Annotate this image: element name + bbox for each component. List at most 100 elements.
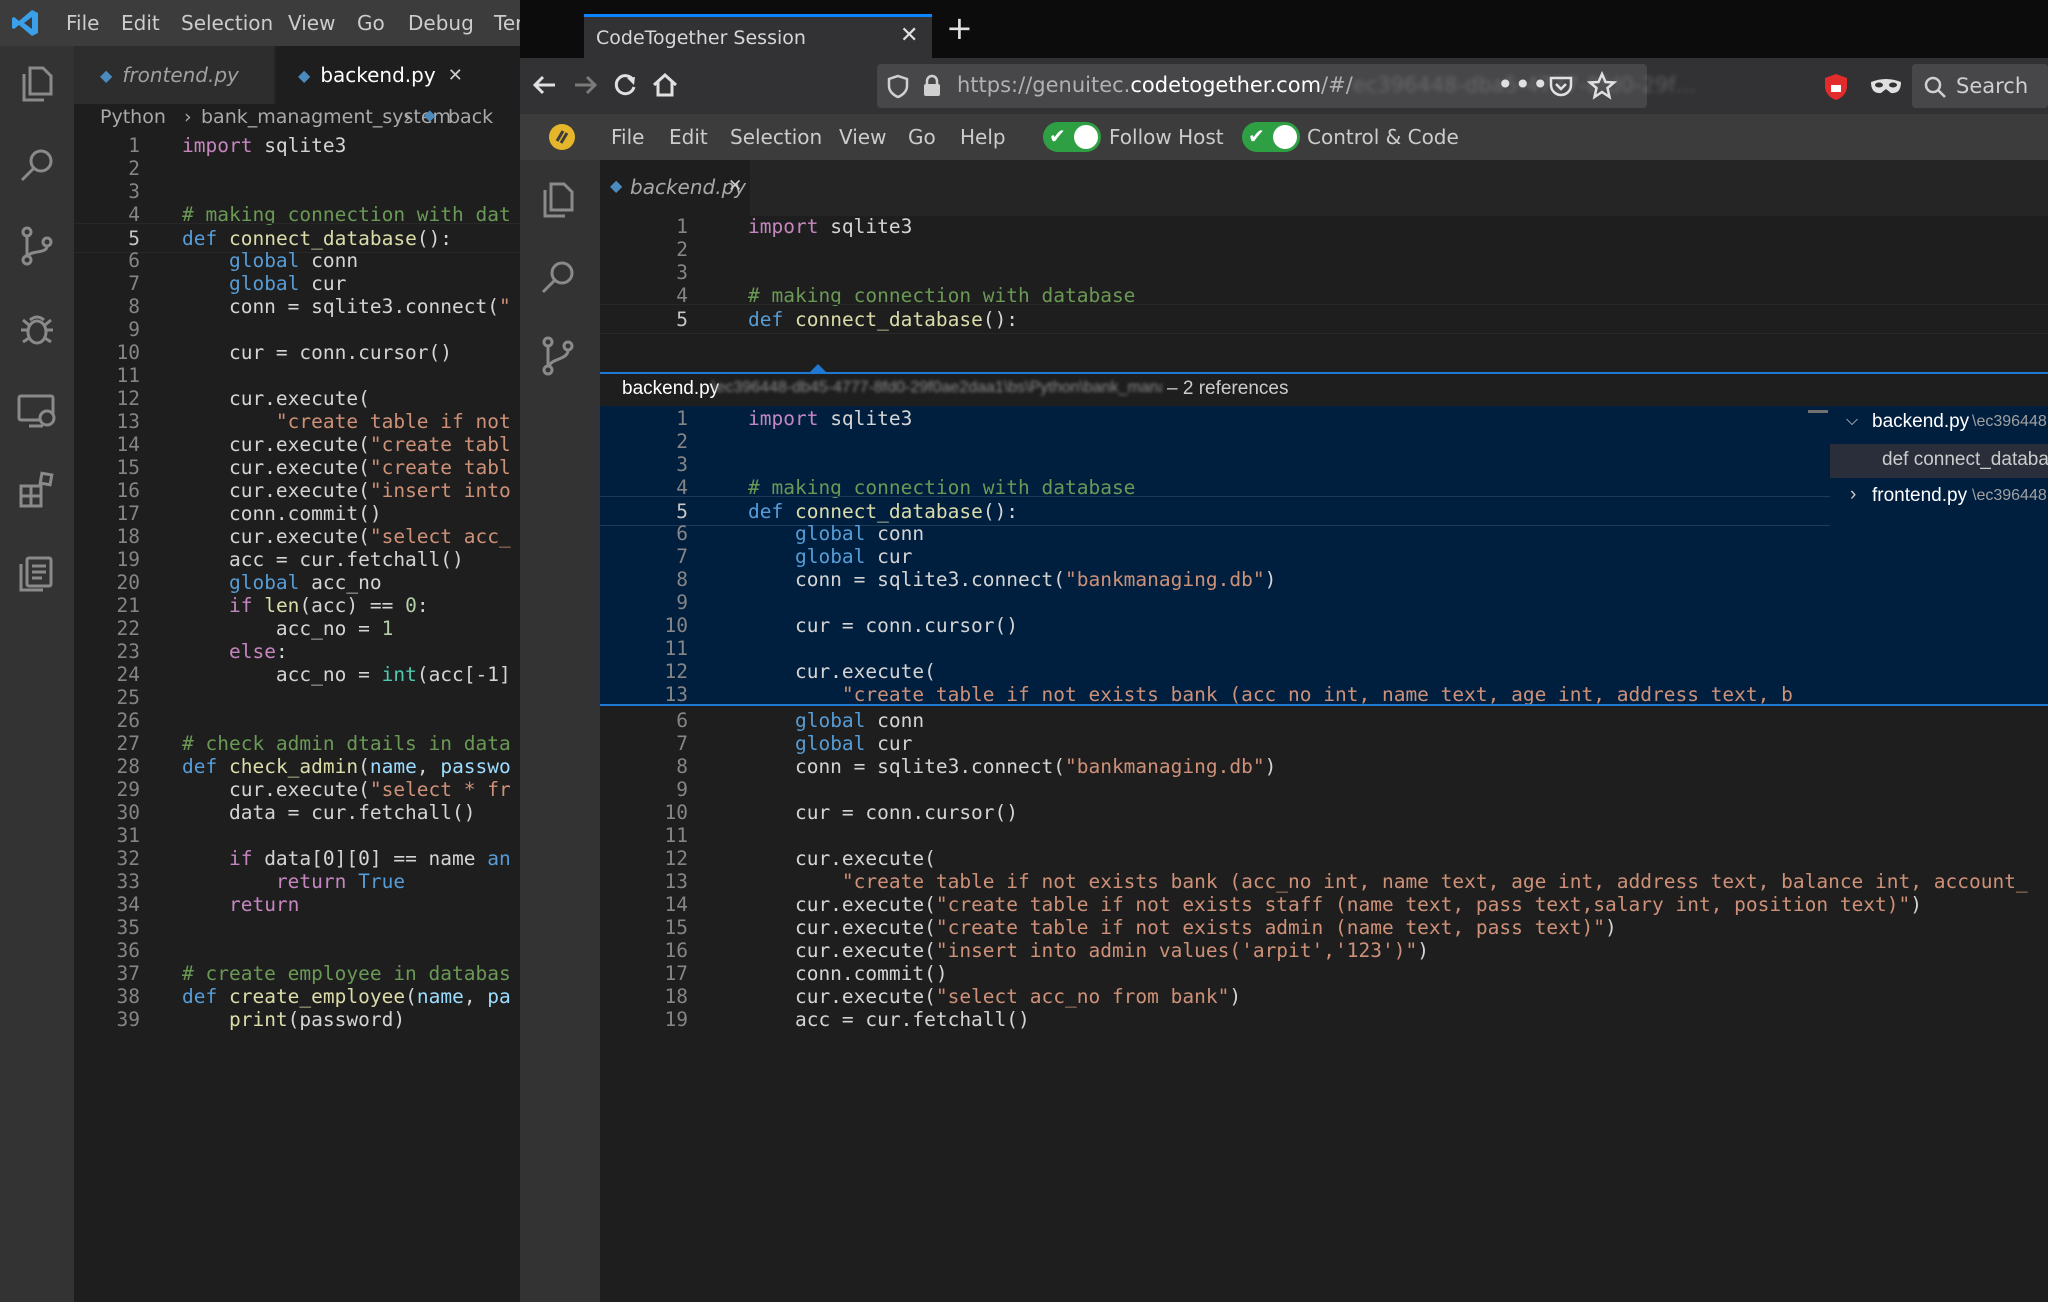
code-line[interactable]: 5 def connect_database(): — [600, 304, 2048, 334]
files-icon[interactable] — [534, 176, 582, 224]
python-file-icon: ◆ — [298, 65, 311, 85]
code-token: connect_database — [794, 308, 983, 331]
files-icon[interactable] — [13, 60, 61, 108]
app-code-editor[interactable]: 1 import sqlite3 2 3 4 # making connection wi… — [600, 216, 2048, 1302]
line-text: print(password) — [182, 1005, 405, 1035]
new-tab-icon[interactable]: + — [946, 12, 973, 44]
search-icon[interactable] — [534, 254, 582, 302]
tab-frontend[interactable]: ◆ frontend.py — [74, 46, 274, 104]
reference-file-path: \ec396448 — [1972, 487, 2047, 504]
page-actions-icon[interactable]: ••• — [1497, 68, 1550, 101]
home-icon[interactable] — [648, 68, 682, 102]
source-control-icon[interactable] — [534, 332, 582, 380]
peek-references-tree: ⌵ backend.py \ec396448 def connect_datab… — [1830, 406, 2048, 704]
python-file-icon: ◆ — [610, 176, 623, 195]
control-code-label: Control & Code — [1307, 125, 1459, 149]
reference-file-path: \ec396448 — [1972, 413, 2047, 430]
breadcrumb-separator: › — [404, 106, 412, 128]
code-line[interactable]: 39 print(password) — [74, 1005, 520, 1035]
peek-arrow — [810, 364, 826, 372]
follow-host-label: Follow Host — [1109, 125, 1224, 149]
code-token: (password) — [287, 1008, 406, 1031]
line-text: def connect_database(): — [748, 305, 1018, 335]
reload-icon[interactable] — [608, 68, 642, 102]
codetogether-logo-icon — [546, 121, 578, 153]
line-number: 19 — [664, 1008, 688, 1031]
editor-lower-lines: 6 global conn 7 global cur 8 conn = sqlite… — [600, 706, 2048, 1302]
app-menu-file[interactable]: File — [611, 125, 644, 149]
reference-item-label: def connect_databa — [1882, 449, 2048, 470]
tab-frontend-label: frontend.py — [122, 63, 239, 87]
address-bar[interactable]: https://genuitec.codetogether.com/#/ec39… — [877, 64, 1697, 108]
vscode-logo-icon — [10, 8, 40, 38]
app-menu-help[interactable]: Help — [960, 125, 1006, 149]
back-icon[interactable] — [528, 68, 562, 102]
tab-backend[interactable]: ◆ backend.py ✕ — [600, 160, 750, 216]
browser-window: CodeTogether Session ✕ + https://genuite… — [520, 0, 2048, 1302]
lock-icon[interactable] — [919, 73, 945, 99]
control-code-toggle[interactable]: ✔ — [1242, 122, 1300, 152]
breadcrumb-item-python[interactable]: Python — [100, 106, 166, 128]
vs-menu-file[interactable]: File — [66, 11, 99, 35]
bookmark-star-icon[interactable] — [1587, 71, 1617, 101]
code-line[interactable]: 19 acc = cur.fetchall() — [600, 1005, 2048, 1035]
vs-menu-go[interactable]: Go — [357, 11, 385, 35]
browser-tab[interactable]: CodeTogether Session ✕ — [584, 14, 932, 58]
toggle-knob — [1074, 125, 1098, 149]
breadcrumb-separator: › — [184, 106, 192, 128]
app-activity-bar — [520, 160, 600, 1302]
extensions-icon[interactable] — [13, 466, 61, 514]
app-menu-view[interactable]: View — [839, 125, 886, 149]
vs-menu-edit[interactable]: Edit — [121, 11, 160, 35]
pocket-icon[interactable] — [1547, 72, 1575, 100]
reference-file-frontend[interactable]: › frontend.py \ec396448 — [1830, 480, 2048, 516]
close-icon[interactable]: ✕ — [728, 176, 742, 196]
search-placeholder: Search — [1956, 74, 2029, 98]
peek-view: 1 import sqlite3 2 3 4 # making connection wi… — [600, 406, 2048, 706]
debug-icon[interactable] — [13, 304, 61, 352]
vs-menu-debug[interactable]: Debug — [408, 11, 474, 35]
vscode-menubar: File Edit Selection View Go Debug Ter — [0, 0, 523, 46]
vs-menu-selection[interactable]: Selection — [181, 11, 273, 35]
vs-menu-view[interactable]: View — [288, 11, 335, 35]
tab-backend[interactable]: ◆ backend.py ✕ — [276, 46, 520, 104]
line-number: 5 — [676, 308, 688, 331]
shield-icon[interactable] — [885, 73, 911, 99]
peek-scroll-indicator[interactable] — [1808, 410, 1828, 413]
source-control-icon[interactable] — [13, 222, 61, 270]
peek-file-path: \ec396448-db45-4777-8fd0-29f0ae2daa1\bs\… — [712, 379, 1162, 396]
url-domain: codetogether.com — [1130, 73, 1322, 97]
vscode-code-editor[interactable]: 1 import sqlite3 2 3 4 # making connection wi… — [74, 136, 520, 1302]
private-mask-icon[interactable] — [1868, 74, 1904, 100]
follow-host-toggle[interactable]: ✔ — [1043, 122, 1101, 152]
close-tab-icon[interactable]: ✕ — [900, 23, 918, 48]
reference-file-backend[interactable]: ⌵ backend.py \ec396448 — [1830, 406, 2048, 442]
search-icon[interactable] — [13, 142, 61, 190]
reference-file-label: frontend.py — [1872, 485, 1968, 506]
peek-header: backend.py \ec396448-db45-4777-8fd0-29f0… — [600, 372, 2048, 406]
reference-item-selected[interactable]: def connect_databa — [1830, 444, 2048, 478]
breadcrumb-item-folder[interactable]: bank_managment_system — [201, 106, 451, 128]
app-menubar: File Edit Selection View Go Help ✔ Follo… — [520, 114, 2048, 160]
forward-icon[interactable] — [568, 68, 602, 102]
url-text[interactable]: https://genuitec.codetogether.com/#/ec39… — [957, 73, 1697, 97]
breadcrumb: Python › bank_managment_system › ◆ back — [74, 104, 520, 134]
line-text: acc = cur.fetchall() — [748, 1005, 1030, 1035]
app-tab-bar: ◆ backend.py ✕ — [600, 160, 2048, 216]
app-menu-edit[interactable]: Edit — [669, 125, 708, 149]
toggle-knob — [1273, 125, 1297, 149]
app-menu-selection[interactable]: Selection — [730, 125, 822, 149]
url-path: /#/ — [1321, 73, 1353, 97]
ublock-icon[interactable] — [1822, 72, 1850, 102]
chevron-down-icon: ⌵ — [1846, 412, 1859, 429]
vs-menu-terminal[interactable]: Ter — [494, 11, 523, 35]
close-icon[interactable]: ✕ — [448, 65, 463, 86]
breadcrumb-item-file[interactable]: back — [448, 106, 493, 128]
code-token: acc = cur.fetchall() — [748, 1008, 1030, 1031]
search-bar[interactable]: Search — [1912, 64, 2048, 108]
codetogether-icon[interactable] — [13, 546, 61, 594]
remote-explorer-icon[interactable] — [13, 386, 61, 434]
peek-code[interactable]: 1 import sqlite3 2 3 4 # making connection wi… — [600, 406, 1830, 704]
python-file-icon: ◆ — [100, 65, 113, 85]
app-menu-go[interactable]: Go — [908, 125, 936, 149]
